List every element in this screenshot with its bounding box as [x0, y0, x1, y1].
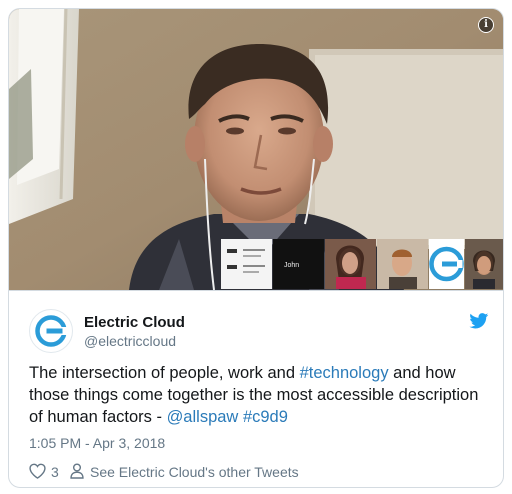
- mention-allspaw[interactable]: @allspaw: [167, 408, 239, 426]
- video-still[interactable]: John i: [9, 9, 503, 290]
- tweet-header: Electric Cloud @electriccloud: [29, 309, 489, 353]
- heart-icon[interactable]: [29, 463, 46, 479]
- like-count[interactable]: 3: [51, 464, 59, 480]
- tweet-actions: 3 See Electric Cloud's other Tweets: [29, 461, 489, 483]
- tweet-text: The intersection of people, work and #te…: [29, 362, 491, 428]
- author-handle[interactable]: @electriccloud: [84, 333, 176, 349]
- author-name[interactable]: Electric Cloud: [84, 314, 185, 331]
- info-icon[interactable]: i: [478, 17, 494, 33]
- hashtag-c9d9[interactable]: #c9d9: [243, 408, 288, 426]
- tweet-text-part-1: The intersection of people, work and: [29, 364, 300, 382]
- video-frame: John: [9, 9, 503, 290]
- person-icon[interactable]: [70, 463, 84, 479]
- participant-thumbnails[interactable]: John: [221, 239, 503, 289]
- media-divider: [9, 290, 503, 291]
- electric-cloud-logo: [35, 315, 67, 347]
- author-avatar[interactable]: [29, 309, 73, 353]
- see-other-tweets-link[interactable]: See Electric Cloud's other Tweets: [90, 464, 299, 480]
- tweet-timestamp[interactable]: 1:05 PM - Apr 3, 2018: [29, 435, 165, 451]
- hashtag-technology[interactable]: #technology: [300, 364, 389, 382]
- embedded-tweet-card[interactable]: John i Electric Cloud @electriccloud The…: [8, 8, 504, 488]
- twitter-bird-icon[interactable]: [469, 313, 489, 329]
- thumbnail-john-label: John: [284, 262, 299, 269]
- thumbnail-slide[interactable]: [221, 239, 272, 289]
